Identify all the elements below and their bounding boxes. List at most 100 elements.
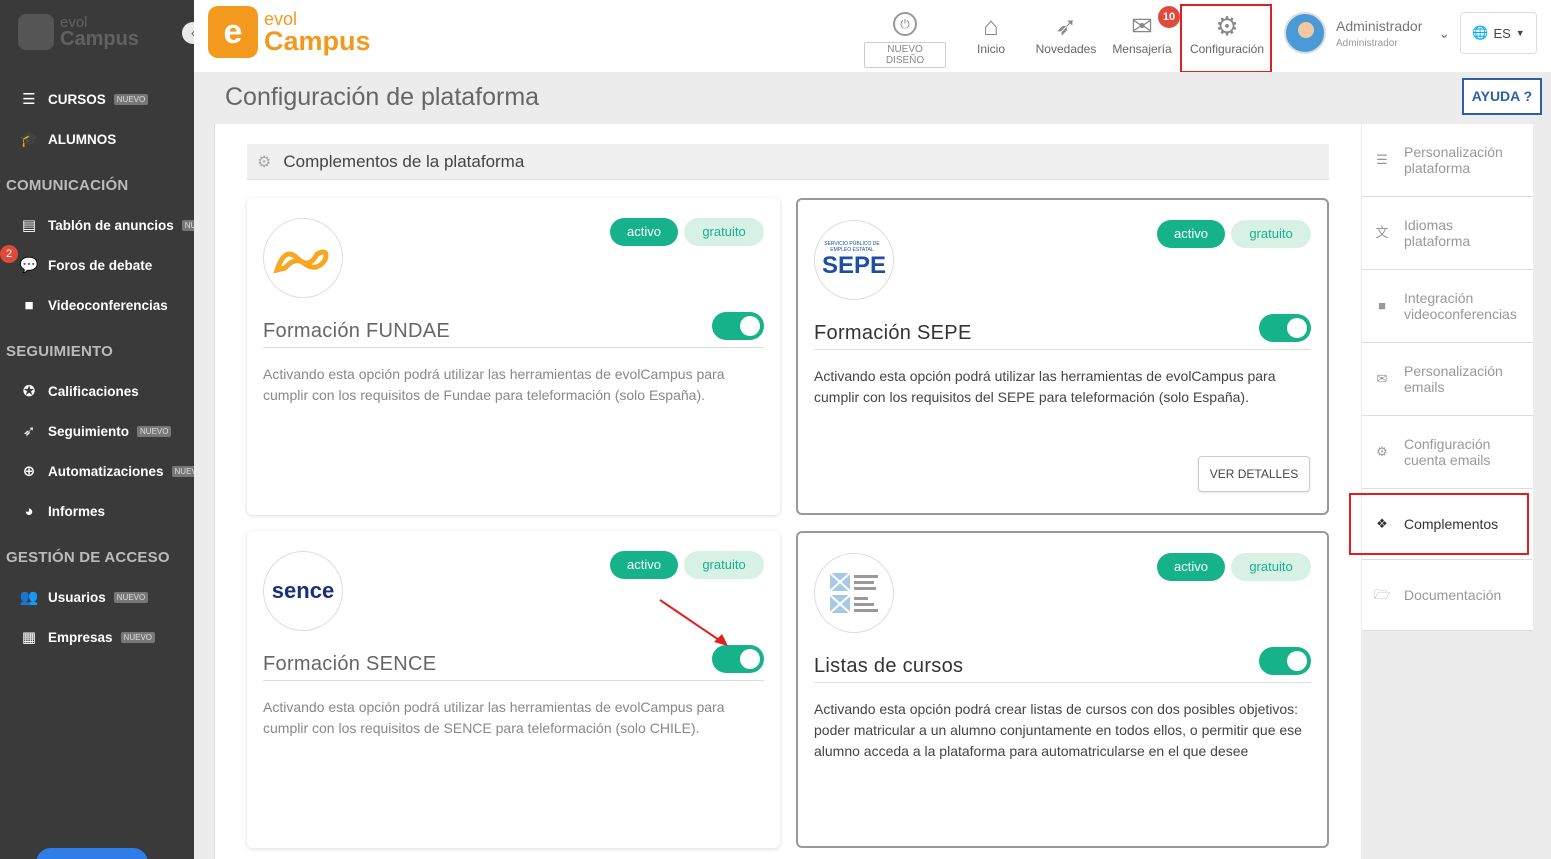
complementos-highlight-box: [1349, 493, 1529, 555]
help-button[interactable]: AYUDA ?: [1462, 78, 1542, 115]
sidebar-item-label: Empresas: [48, 629, 113, 645]
settings-menu-integracion[interactable]: ■ Integración videoconferencias: [1362, 270, 1533, 343]
settings-menu-label: Personalización plataforma: [1404, 144, 1503, 176]
sidebar-item-label: Automatizaciones: [48, 463, 164, 479]
video-camera-icon: ■: [24, 296, 34, 314]
evolcampus-logo-icon: e: [208, 6, 258, 58]
settings-menu-idiomas[interactable]: 文 Idiomas plataforma: [1362, 197, 1533, 270]
language-code: ES: [1493, 25, 1511, 41]
sence-logo: sence: [263, 551, 343, 631]
rocket-icon: ➶: [1055, 11, 1077, 41]
status-badge: activo: [610, 551, 678, 579]
chevron-down-icon: ⌄: [1438, 24, 1451, 41]
notice-board-icon: ▤: [21, 217, 37, 234]
brand-bottom-text: Campus: [264, 25, 371, 56]
sepe-logo: SERVICIO PÚBLICO DE EMPLEO ESTATAL SEPE: [814, 220, 894, 300]
gear-icon: ⚙: [1376, 444, 1388, 459]
sence-logo-text: sence: [271, 578, 335, 603]
settings-menu-label: Configuración cuenta emails: [1404, 436, 1491, 468]
nav-novedades-label: Novedades: [1035, 42, 1097, 56]
sidebar-item-label: Videoconferencias: [48, 297, 168, 313]
top-header: e evol Campus ⏻ NUEVO DISEÑO ⌂ Inicio ➶ …: [194, 0, 1551, 73]
sidebar-item-calificaciones[interactable]: ✪ Calificaciones: [18, 381, 139, 401]
sidebar-logo[interactable]: evol Campus: [18, 14, 139, 50]
sidebar-item-automatizaciones[interactable]: ⊕ Automatizaciones NUEVO: [18, 461, 206, 481]
list-icon: ☰: [22, 91, 36, 108]
settings-menu-emails[interactable]: ✉ Personalización emails: [1362, 343, 1533, 416]
nuevo-diseno-button[interactable]: ⏻ NUEVO DISEÑO: [864, 12, 946, 68]
video-camera-icon: ■: [1378, 298, 1386, 313]
brand-logo[interactable]: e evol Campus: [208, 6, 371, 58]
price-badge: gratuito: [684, 218, 764, 246]
status-badge: activo: [1157, 220, 1225, 248]
sidebar-item-foros[interactable]: 💬 Foros de debate: [18, 255, 153, 275]
sidebar-item-label: Seguimiento: [48, 423, 130, 439]
sidebar-item-tablon[interactable]: ▤ Tablón de anuncios NUEVO: [18, 215, 217, 235]
sidebar-item-cursos[interactable]: ☰ CURSOS NUEVO: [18, 89, 149, 109]
settings-menu-label: Integración videoconferencias: [1404, 290, 1517, 322]
language-icon: 文: [1375, 225, 1389, 240]
automation-icon: ⊕: [22, 463, 36, 480]
sidebar-item-informes[interactable]: ◕ Informes: [18, 501, 105, 521]
sidebar-logo-bottom: Campus: [60, 27, 139, 50]
ver-detalles-button[interactable]: VER DETALLES: [1198, 456, 1310, 492]
price-badge: gratuito: [1231, 220, 1311, 248]
page-title-bar: Configuración de plataforma AYUDA ?: [194, 72, 1551, 124]
evolcampus-logo-icon: [18, 14, 54, 50]
nav-inicio-label: Inicio: [976, 42, 1005, 56]
language-selector[interactable]: 🌐 ES ▼: [1460, 12, 1537, 54]
nuevo-badge: NUEVO: [113, 93, 149, 105]
addon-toggle[interactable]: [1259, 647, 1311, 675]
users-icon: 👥: [19, 589, 39, 606]
sidebar-item-usuarios[interactable]: 👥 Usuarios NUEVO: [18, 587, 149, 607]
page-title: Configuración de plataforma: [225, 83, 540, 111]
medal-icon: ✪: [22, 383, 36, 400]
sidebar-bottom-button[interactable]: [36, 848, 148, 859]
settings-menu-label: Personalización emails: [1404, 363, 1503, 395]
sidebar-item-label: Foros de debate: [48, 257, 153, 273]
addon-toggle[interactable]: [1259, 314, 1311, 342]
nuevo-diseno-label: NUEVO DISEÑO: [864, 42, 946, 68]
settings-menu-label: Documentación: [1404, 587, 1502, 603]
folder-open-icon: 🗁: [1374, 587, 1391, 602]
envelope-icon: ✉: [1376, 371, 1388, 386]
price-badge: gratuito: [684, 551, 764, 579]
globe-icon: 🌐: [1472, 25, 1489, 40]
home-icon: ⌂: [983, 11, 999, 41]
sidebar-item-label: Informes: [48, 503, 106, 519]
settings-menu-cuenta-emails[interactable]: ⚙ Configuración cuenta emails: [1362, 416, 1533, 489]
settings-menu-documentacion[interactable]: 🗁 Documentación: [1362, 560, 1533, 631]
fundae-logo: [263, 218, 343, 298]
sidebar: evol Campus ‹ ☰ CURSOS NUEVO 🎓 ALUMNOS C…: [0, 0, 217, 859]
nav-mensajeria-label: Mensajería: [1112, 42, 1172, 56]
building-icon: ▦: [21, 629, 37, 646]
addon-title: Formación FUNDAE: [263, 320, 451, 342]
graduation-cap-icon: 🎓: [19, 131, 39, 148]
sidebar-item-label: ALUMNOS: [48, 131, 117, 147]
sidebar-item-label: Calificaciones: [48, 383, 139, 399]
foros-count-badge: 2: [0, 245, 18, 263]
divider: [263, 680, 764, 681]
price-badge: gratuito: [1231, 553, 1311, 581]
user-menu[interactable]: Administrador Administrador ⌄: [1284, 12, 1450, 54]
addon-toggle[interactable]: [712, 312, 764, 340]
sidebar-item-label: Tablón de anuncios: [48, 217, 174, 233]
addon-description: Activando esta opción podrá utilizar las…: [263, 366, 725, 403]
messages-count-badge: 10: [1158, 6, 1180, 28]
settings-menu-personalizacion[interactable]: ☰ Personalización plataforma: [1362, 124, 1533, 197]
nav-novedades[interactable]: ➶ Novedades: [1034, 10, 1098, 56]
sidebar-item-empresas[interactable]: ▦ Empresas NUEVO: [18, 627, 155, 647]
nuevo-badge: NUEVO: [137, 425, 172, 437]
sidebar-item-alumnos[interactable]: 🎓 ALUMNOS: [18, 129, 117, 149]
addon-description: Activando esta opción podrá crear listas…: [814, 701, 1302, 759]
nav-inicio[interactable]: ⌂ Inicio: [966, 10, 1016, 56]
addon-card-listas: activo gratuito Listas de cursos Activan…: [796, 531, 1329, 848]
sidebar-item-videoconferencias[interactable]: ■ Videoconferencias: [18, 295, 168, 315]
addon-title: Listas de cursos: [814, 655, 964, 677]
power-icon: ⏻: [893, 12, 917, 36]
sidebar-item-seguimiento[interactable]: ➶ Seguimiento NUEVO: [18, 421, 172, 441]
list-grid-icon: [829, 572, 878, 614]
addon-card-sence: sence activo gratuito Formación SENCE Ac…: [247, 531, 780, 848]
settings-menu-label: Idiomas plataforma: [1404, 217, 1471, 249]
forum-icon: 💬: [19, 257, 39, 274]
